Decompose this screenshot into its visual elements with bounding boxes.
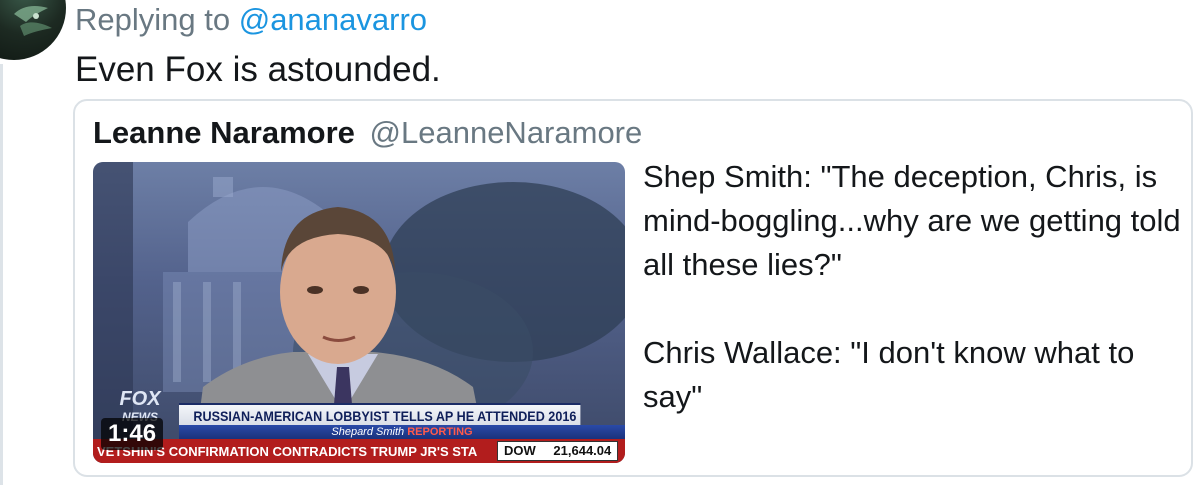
user-avatar[interactable]: [0, 0, 66, 60]
replying-to-handle-link[interactable]: @ananavarro: [239, 2, 427, 37]
video-duration-badge: 1:46: [101, 418, 164, 450]
quoted-text-line: Shep Smith: "The deception, Chris, is mi…: [643, 159, 1181, 282]
quoted-tweet-header: Leanne Naramore @LeanneNaramore: [93, 115, 642, 151]
replying-to-line: Replying to @ananavarro: [75, 2, 427, 38]
dow-label: DOW: [504, 443, 536, 458]
reporter-bar: Shepard Smith REPORTING: [179, 425, 625, 439]
quoted-tweet-card[interactable]: Leanne Naramore @LeanneNaramore FOX NEWS…: [73, 99, 1193, 477]
video-thumbnail[interactable]: FOX NEWS RUSSIAN-AMERICAN LOBBYIST TELLS…: [93, 162, 625, 463]
quoted-tweet-text: Shep Smith: "The deception, Chris, is mi…: [643, 155, 1183, 419]
dow-index-box: DOW 21,644.04: [497, 441, 619, 461]
replying-to-label: Replying to: [75, 2, 231, 37]
video-headline-banner: RUSSIAN-AMERICAN LOBBYIST TELLS AP HE AT…: [179, 403, 581, 425]
news-ticker: VETSHIN'S CONFIRMATION CONTRADICTS TRUMP…: [93, 439, 625, 463]
avatar-image: [14, 6, 52, 36]
tweet-reply-screen: Replying to @ananavarro Even Fox is asto…: [0, 0, 1200, 485]
quoted-author-name[interactable]: Leanne Naramore: [93, 115, 355, 150]
dow-value: 21,644.04: [553, 443, 612, 458]
reporter-name: Shepard Smith: [331, 426, 405, 438]
thread-connector-line: [0, 64, 3, 485]
quoted-text-line: Chris Wallace: "I don't know what to say…: [643, 335, 1135, 414]
logo-top-text: FOX: [119, 388, 161, 410]
reporting-label: REPORTING: [407, 426, 473, 438]
quoted-author-handle[interactable]: @LeanneNaramore: [370, 115, 643, 150]
tweet-body-text: Even Fox is astounded.: [75, 50, 441, 89]
